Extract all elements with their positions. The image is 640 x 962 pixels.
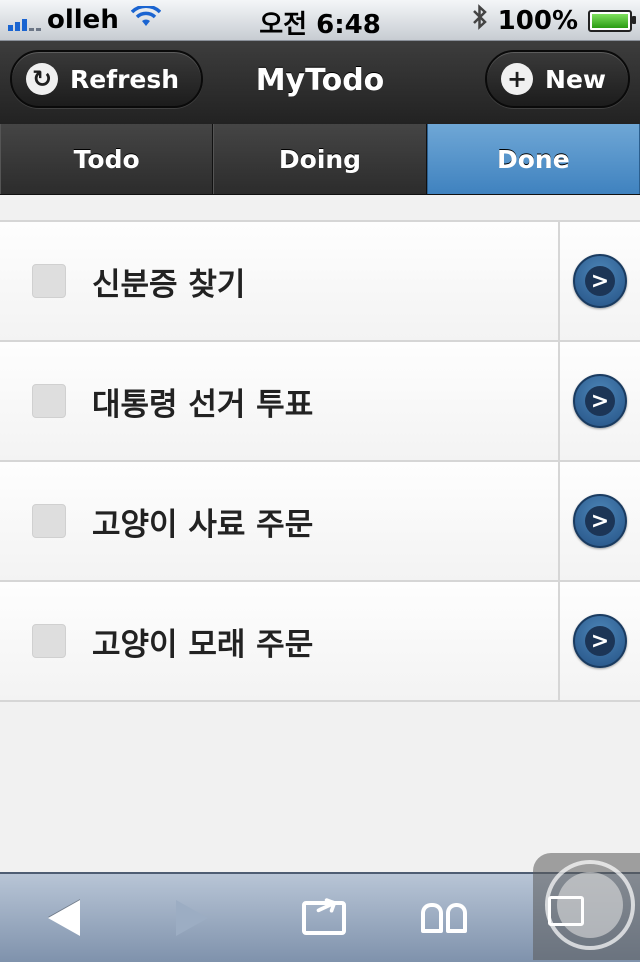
item-checkbox[interactable] <box>32 624 66 658</box>
chevron-right-icon: > <box>573 374 627 428</box>
refresh-button[interactable]: ↻ Refresh <box>10 50 204 108</box>
detail-button[interactable]: > <box>560 582 640 700</box>
detail-button[interactable]: > <box>560 462 640 580</box>
battery-percent: 100% <box>497 5 578 36</box>
list-item: 고양이 사료 주문 > <box>0 462 640 582</box>
pages-icon[interactable] <box>548 896 584 926</box>
item-checkbox[interactable] <box>32 264 66 298</box>
list-item-main[interactable]: 고양이 사료 주문 <box>0 462 560 580</box>
forward-button[interactable] <box>152 874 232 962</box>
plus-icon: + <box>501 63 534 95</box>
item-checkbox[interactable] <box>32 384 66 418</box>
refresh-icon: ↻ <box>26 63 58 95</box>
tab-doing[interactable]: Doing <box>213 124 427 194</box>
forward-icon <box>176 900 208 936</box>
tab-done[interactable]: Done <box>426 124 640 194</box>
item-label: 대통령 선거 투표 <box>92 386 314 423</box>
chevron-right-icon: > <box>573 494 627 548</box>
list-item: 대통령 선거 투표 > <box>0 342 640 462</box>
bookmarks-icon <box>421 903 467 933</box>
list-item-main[interactable]: 대통령 선거 투표 <box>0 342 560 460</box>
status-bar: olleh 오전 6:48 100% <box>0 0 640 41</box>
item-label: 고양이 모래 주문 <box>92 626 314 663</box>
item-label: 고양이 사료 주문 <box>92 506 314 543</box>
new-label: New <box>545 64 606 94</box>
list-item: 신분증 찾기 > <box>0 222 640 342</box>
new-button[interactable]: + New <box>485 50 630 108</box>
battery-icon <box>588 9 636 32</box>
chevron-right-icon: > <box>573 254 627 308</box>
share-icon <box>302 901 346 935</box>
bluetooth-icon <box>472 4 488 37</box>
back-icon <box>48 900 80 936</box>
list-item-main[interactable]: 신분증 찾기 <box>0 222 560 340</box>
refresh-label: Refresh <box>70 64 180 94</box>
share-button[interactable] <box>284 874 364 962</box>
segmented-tabs: Todo Doing Done <box>0 124 640 195</box>
item-label: 신분증 찾기 <box>92 266 246 303</box>
item-checkbox[interactable] <box>32 504 66 538</box>
back-button[interactable] <box>24 874 104 962</box>
bookmarks-button[interactable] <box>404 874 484 962</box>
list-item: 고양이 모래 주문 > <box>0 582 640 702</box>
detail-button[interactable]: > <box>560 342 640 460</box>
tab-todo[interactable]: Todo <box>0 124 214 194</box>
chevron-right-icon: > <box>573 614 627 668</box>
list-item-main[interactable]: 고양이 모래 주문 <box>0 582 560 700</box>
header-bar: ↻ Refresh MyTodo + New <box>0 41 640 125</box>
detail-button[interactable]: > <box>560 222 640 340</box>
status-right: 100% <box>472 4 636 37</box>
todo-list: 신분증 찾기 > 대통령 선거 투표 > 고양이 사료 주문 > 고양이 모래 … <box>0 220 640 702</box>
